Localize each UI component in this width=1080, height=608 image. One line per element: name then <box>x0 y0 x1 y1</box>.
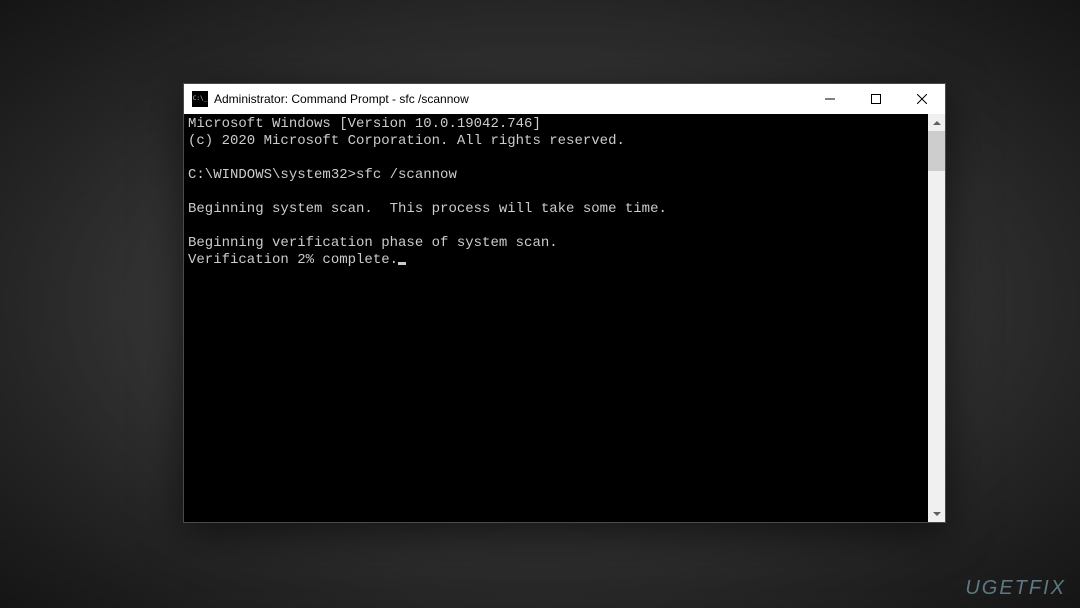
vertical-scrollbar[interactable] <box>928 114 945 522</box>
scrollbar-thumb[interactable] <box>928 131 945 171</box>
close-icon <box>917 94 927 104</box>
cmd-icon <box>192 91 208 107</box>
scrollbar-track[interactable] <box>928 131 945 505</box>
console-line: Beginning verification phase of system s… <box>188 235 558 251</box>
console-line: Verification 2% complete. <box>188 252 398 268</box>
console-output[interactable]: Microsoft Windows [Version 10.0.19042.74… <box>184 114 928 522</box>
maximize-button[interactable] <box>853 84 899 114</box>
chevron-down-icon <box>933 512 941 516</box>
watermark: UGETFIX <box>965 577 1066 600</box>
maximize-icon <box>871 94 881 104</box>
scroll-up-button[interactable] <box>928 114 945 131</box>
scroll-down-button[interactable] <box>928 505 945 522</box>
minimize-icon <box>825 94 835 104</box>
command-prompt-window: Administrator: Command Prompt - sfc /sca… <box>183 83 946 523</box>
window-title: Administrator: Command Prompt - sfc /sca… <box>214 92 807 106</box>
console-prompt-line: C:\WINDOWS\system32>sfc /scannow <box>188 167 457 183</box>
window-controls <box>807 84 945 114</box>
console-line: Beginning system scan. This process will… <box>188 201 667 217</box>
text-cursor <box>398 262 406 265</box>
close-button[interactable] <box>899 84 945 114</box>
console-line: Microsoft Windows [Version 10.0.19042.74… <box>188 116 541 132</box>
watermark-text: UGETFIX <box>965 577 1066 599</box>
chevron-up-icon <box>933 121 941 125</box>
titlebar[interactable]: Administrator: Command Prompt - sfc /sca… <box>184 84 945 114</box>
console-area: Microsoft Windows [Version 10.0.19042.74… <box>184 114 945 522</box>
minimize-button[interactable] <box>807 84 853 114</box>
console-line: (c) 2020 Microsoft Corporation. All righ… <box>188 133 625 149</box>
